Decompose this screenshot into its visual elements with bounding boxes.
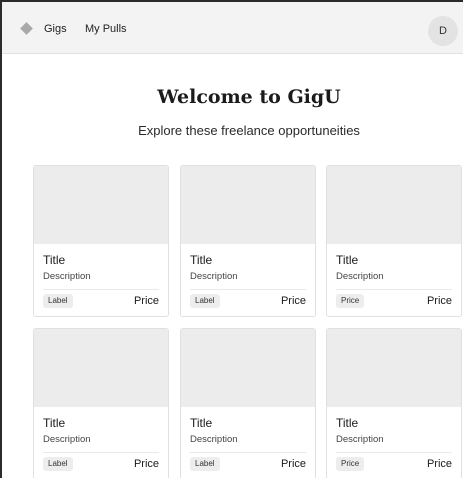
card-image-placeholder [181, 166, 315, 244]
gig-card[interactable]: Title Description Label Price [180, 328, 316, 478]
card-title: Title [190, 253, 213, 267]
nav-link-gigs[interactable]: Gigs [44, 22, 67, 36]
card-divider [43, 289, 159, 290]
card-price: Price [426, 295, 452, 307]
card-divider [190, 452, 306, 453]
card-image-placeholder [327, 329, 461, 407]
card-badge: Label [190, 294, 220, 308]
card-description: Description [43, 271, 91, 282]
card-badge: Price [336, 294, 365, 308]
user-avatar[interactable]: D [428, 16, 458, 46]
card-title: Title [336, 253, 359, 267]
card-divider [336, 452, 452, 453]
card-price: Price [426, 458, 452, 470]
gig-card[interactable]: Title Description Label Price [180, 165, 316, 317]
card-description: Description [336, 434, 384, 445]
card-image-placeholder [34, 329, 168, 407]
nav-link-my-pulls[interactable]: My Pulls [85, 22, 127, 36]
gig-card[interactable]: Title Description Label Price [33, 328, 169, 478]
card-image-placeholder [327, 166, 461, 244]
card-badge: Label [43, 457, 73, 471]
card-description: Description [43, 434, 91, 445]
card-divider [43, 452, 159, 453]
card-image-placeholder [34, 166, 168, 244]
card-divider [336, 289, 452, 290]
gig-card[interactable]: Title Description Price Price [326, 165, 462, 317]
card-title: Title [43, 416, 66, 430]
card-badge: Price [336, 457, 365, 471]
card-title: Title [190, 416, 213, 430]
app-window: Gigs My Pulls D Welcome to GigU Explore … [0, 0, 463, 478]
page-subtitle: Explore these freelance opportuneities [138, 123, 360, 138]
card-price: Price [280, 295, 306, 307]
card-price: Price [133, 458, 159, 470]
gig-card[interactable]: Title Description Label Price [33, 165, 169, 317]
page-title: Welcome to GigU [157, 86, 341, 108]
card-description: Description [336, 271, 384, 282]
card-title: Title [336, 416, 359, 430]
card-divider [190, 289, 306, 290]
card-price: Price [133, 295, 159, 307]
card-image-placeholder [181, 329, 315, 407]
card-price: Price [280, 458, 306, 470]
card-description: Description [190, 271, 238, 282]
gig-card[interactable]: Title Description Price Price [326, 328, 462, 478]
card-title: Title [43, 253, 66, 267]
card-description: Description [190, 434, 238, 445]
diamond-logo-icon[interactable] [20, 22, 33, 35]
card-badge: Label [190, 457, 220, 471]
card-badge: Label [43, 294, 73, 308]
top-navigation-bar: Gigs My Pulls D [2, 2, 463, 54]
